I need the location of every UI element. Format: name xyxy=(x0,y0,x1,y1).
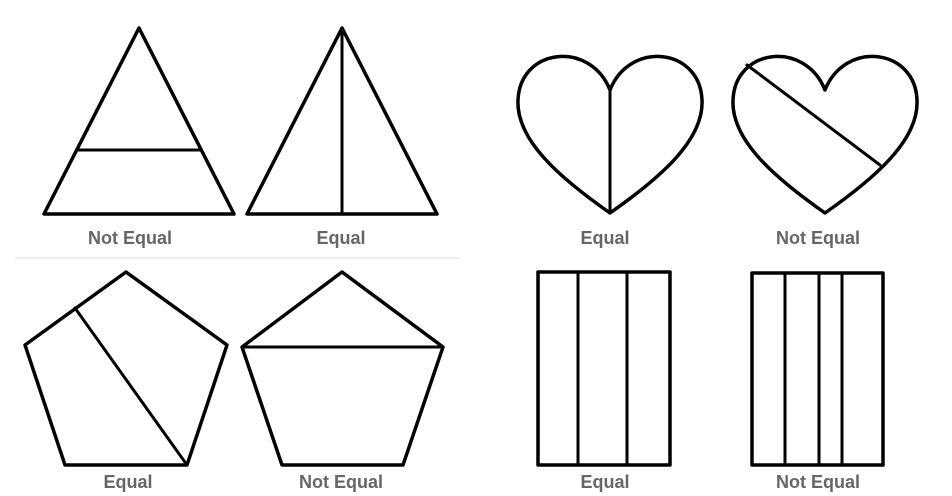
figure-rectangle-four-strips: Not Equal xyxy=(750,271,885,492)
diagonal-divider xyxy=(73,306,189,467)
figure-label: Not Equal xyxy=(299,472,383,492)
figure-label: Equal xyxy=(580,228,629,248)
figure-label: Not Equal xyxy=(776,228,860,248)
figure-label: Not Equal xyxy=(776,472,860,492)
triangle-outline xyxy=(42,26,236,216)
rectangle-outline xyxy=(536,270,672,467)
figure-rectangle-three-strips: Equal xyxy=(536,270,672,492)
fractions-diagram: Not Equal Equal Equal Not Equal Equal No… xyxy=(15,26,919,492)
pentagon-outline xyxy=(240,270,445,467)
figure-heart-vertical: Equal xyxy=(516,54,704,248)
figure-label: Equal xyxy=(103,472,152,492)
figure-label: Not Equal xyxy=(88,228,172,248)
diagonal-divider xyxy=(745,63,882,167)
figure-pentagon-horizontal: Not Equal xyxy=(240,270,445,492)
figure-pentagon-diagonal: Equal xyxy=(23,270,229,492)
figure-label: Equal xyxy=(316,228,365,248)
figure-triangle-vertical: Equal xyxy=(245,26,439,248)
figure-label: Equal xyxy=(580,472,629,492)
figure-triangle-horizontal: Not Equal xyxy=(42,26,236,248)
figure-heart-diagonal: Not Equal xyxy=(731,54,919,248)
heart-outline xyxy=(731,54,919,215)
pentagon-outline xyxy=(23,270,229,467)
